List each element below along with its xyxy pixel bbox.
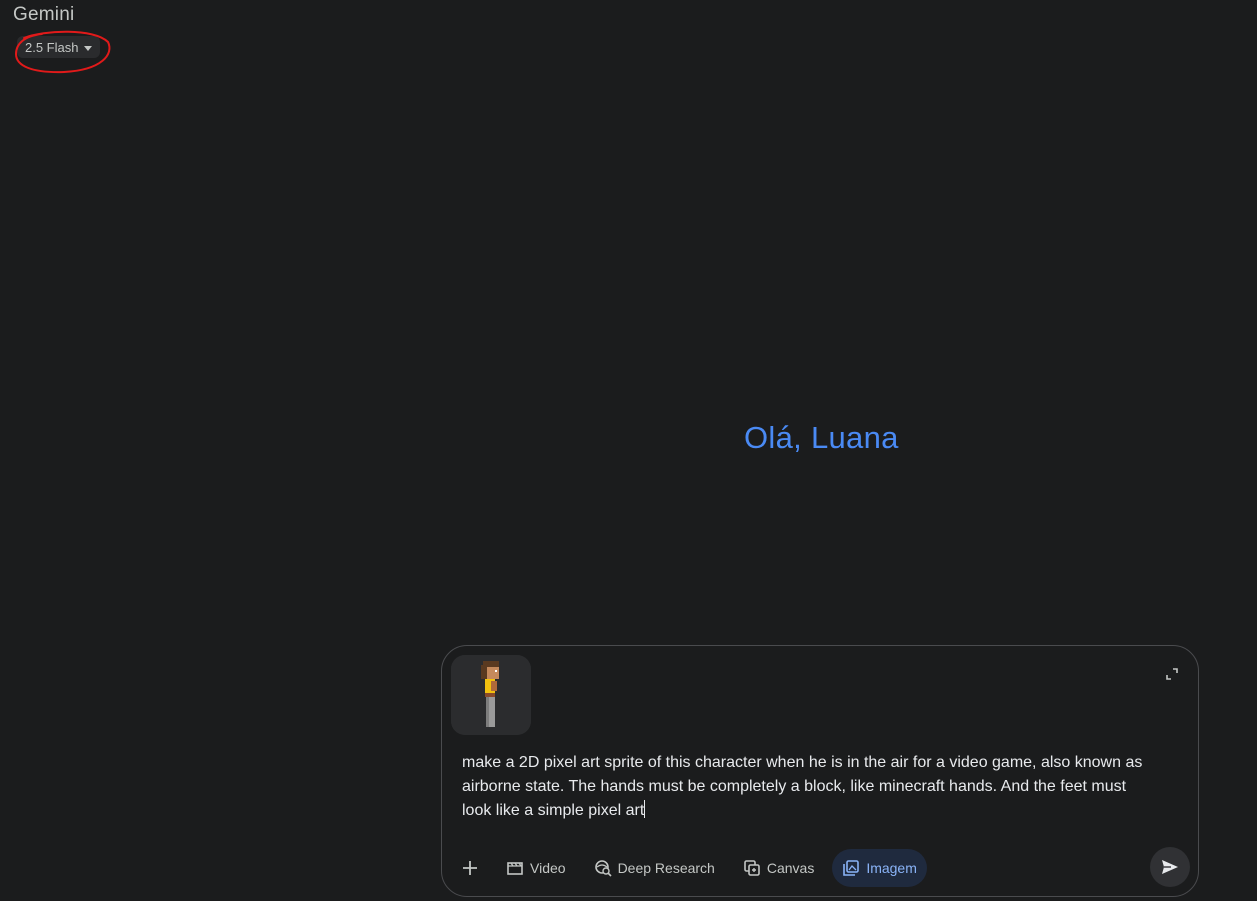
attachment-thumbnail[interactable] (451, 655, 531, 735)
composer-toolbar: Video Deep Research Canvas Imagem (452, 848, 927, 888)
prompt-line-1: make a 2D pixel art sprite of this chara… (462, 754, 1143, 771)
video-button[interactable]: Video (496, 849, 576, 887)
prompt-input[interactable]: make a 2D pixel art sprite of this chara… (462, 751, 1172, 823)
canvas-button[interactable]: Canvas (733, 849, 824, 887)
pixel-character-thumbnail (451, 655, 531, 735)
gemini-app: Gemini 2.5 Flash Olá, Luana make a 2D pi… (0, 0, 1257, 901)
plus-icon (463, 861, 477, 875)
canvas-label: Canvas (766, 860, 815, 876)
prompt-line-3-text: look like a simple pixel art (462, 802, 645, 819)
deep-research-label: Deep Research (617, 860, 715, 876)
caret-down-icon (84, 45, 93, 51)
image-icon (843, 860, 860, 876)
deep-research-icon (594, 860, 612, 877)
prompt-composer: make a 2D pixel art sprite of this chara… (441, 645, 1199, 897)
send-button[interactable] (1150, 847, 1190, 887)
image-button[interactable]: Imagem (832, 849, 927, 887)
send-icon (1162, 860, 1178, 874)
expand-button[interactable] (1164, 666, 1180, 682)
app-title: Gemini (13, 4, 75, 25)
greeting-text: Olá, Luana (744, 420, 899, 455)
model-selector[interactable]: 2.5 Flash (17, 36, 101, 58)
add-button[interactable] (452, 849, 488, 887)
expand-icon (1166, 668, 1178, 680)
video-label: Video (530, 860, 566, 876)
deep-research-button[interactable]: Deep Research (584, 849, 725, 887)
canvas-icon (744, 860, 760, 876)
text-cursor (644, 800, 646, 818)
prompt-line-3: look like a simple pixel art (462, 799, 1172, 823)
prompt-line-2: airborne state. The hands must be comple… (462, 778, 1127, 795)
model-label: 2.5 Flash (25, 39, 79, 55)
video-icon (507, 862, 523, 875)
image-label: Imagem (866, 860, 917, 876)
